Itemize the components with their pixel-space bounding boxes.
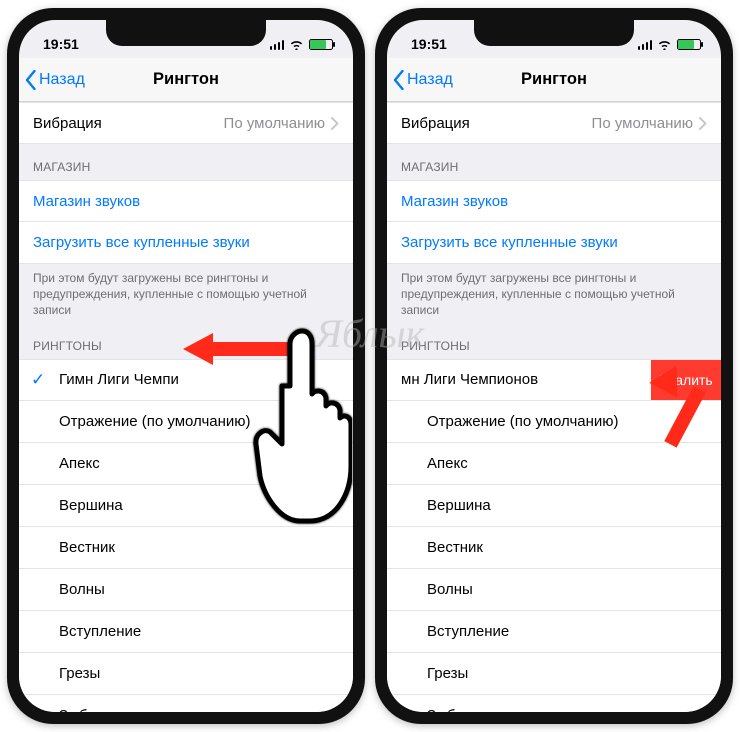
ringtone-row[interactable]: Апекс <box>387 443 721 485</box>
ringtone-label: Отражение (по умолчанию) <box>427 413 619 430</box>
ringtone-label: Волны <box>427 581 473 598</box>
nav-bar: Назад Рингтон <box>19 58 353 102</box>
nav-bar: Назад Рингтон <box>387 58 721 102</box>
store-header: МАГАЗИН <box>19 144 353 180</box>
ringtone-label: Грезы <box>59 665 100 682</box>
ringtone-row[interactable]: Вступление <box>387 611 721 653</box>
ringtone-label: Вестник <box>427 539 483 556</box>
vibration-value: По умолчанию <box>224 115 325 132</box>
chevron-left-icon <box>25 70 37 90</box>
notch <box>474 20 634 46</box>
download-all-row[interactable]: Загрузить все купленные звуки <box>387 222 721 264</box>
wifi-icon <box>289 39 304 50</box>
back-button[interactable]: Назад <box>25 58 85 101</box>
vibration-row[interactable]: Вибрация По умолчанию <box>387 102 721 144</box>
chevron-right-icon <box>699 117 707 130</box>
callout-arrow-icon <box>654 364 692 448</box>
ringtone-row[interactable]: Вестник <box>387 527 721 569</box>
back-button[interactable]: Назад <box>393 58 453 101</box>
chevron-left-icon <box>393 70 405 90</box>
store-footer: При этом будут загружены все рингтоны и … <box>19 264 353 323</box>
ringtone-row[interactable]: Вступление <box>19 611 353 653</box>
ringtone-label: Апекс <box>427 455 468 472</box>
vibration-label: Вибрация <box>401 115 470 132</box>
battery-icon <box>677 39 701 50</box>
download-all-row[interactable]: Загрузить все купленные звуки <box>19 222 353 264</box>
wifi-icon <box>657 39 672 50</box>
ringtone-label: Зыбь <box>59 707 95 712</box>
ringtone-row[interactable]: Вестник <box>19 527 353 569</box>
cellular-signal-icon <box>270 39 285 50</box>
tone-store-label: Магазин звуков <box>33 193 140 210</box>
ringtone-row[interactable]: Грезы <box>19 653 353 695</box>
ringtone-custom-label: Гимн Лиги Чемпи <box>59 371 179 388</box>
tone-store-label: Магазин звуков <box>401 193 508 210</box>
ringtone-row[interactable]: Зыбь <box>19 695 353 712</box>
ringtone-label: Зыбь <box>427 707 463 712</box>
ringtone-row[interactable]: Волны <box>19 569 353 611</box>
tone-store-row[interactable]: Магазин звуков <box>387 180 721 222</box>
back-label: Назад <box>39 71 85 89</box>
ringtones-header: РИНГТОНЫ <box>387 323 721 359</box>
ringtone-row[interactable]: Зыбь <box>387 695 721 712</box>
back-label: Назад <box>407 71 453 89</box>
download-all-label: Загрузить все купленные звуки <box>401 234 618 251</box>
ringtone-label: Отражение (по умолчанию) <box>59 413 251 430</box>
ringtone-label: Волны <box>59 581 105 598</box>
ringtone-label: Грезы <box>427 665 468 682</box>
ringtone-row[interactable]: Волны <box>387 569 721 611</box>
notch <box>106 20 266 46</box>
ringtone-label: Вестник <box>59 539 115 556</box>
nav-title: Рингтон <box>153 70 219 89</box>
hand-pointer-icon <box>252 326 352 526</box>
store-footer: При этом будут загружены все рингтоны и … <box>387 264 721 323</box>
ringtone-label: Вершина <box>427 497 491 514</box>
ringtone-label: Вступление <box>59 623 141 640</box>
chevron-right-icon <box>331 117 339 130</box>
vibration-label: Вибрация <box>33 115 102 132</box>
ringtone-row[interactable]: Грезы <box>387 653 721 695</box>
status-time: 19:51 <box>411 36 447 52</box>
ringtone-label: Вершина <box>59 497 123 514</box>
status-time: 19:51 <box>43 36 79 52</box>
checkmark-icon: ✓ <box>31 370 45 390</box>
ringtone-custom-label: мн Лиги Чемпионов <box>401 371 538 388</box>
ringtone-label: Вступление <box>427 623 509 640</box>
battery-icon <box>309 39 333 50</box>
ringtone-row[interactable]: Вершина <box>387 485 721 527</box>
vibration-value: По умолчанию <box>592 115 693 132</box>
nav-title: Рингтон <box>521 70 587 89</box>
tone-store-row[interactable]: Магазин звуков <box>19 180 353 222</box>
download-all-label: Загрузить все купленные звуки <box>33 234 250 251</box>
vibration-row[interactable]: Вибрация По умолчанию <box>19 102 353 144</box>
ringtone-label: Апекс <box>59 455 100 472</box>
cellular-signal-icon <box>638 39 653 50</box>
store-header: МАГАЗИН <box>387 144 721 180</box>
